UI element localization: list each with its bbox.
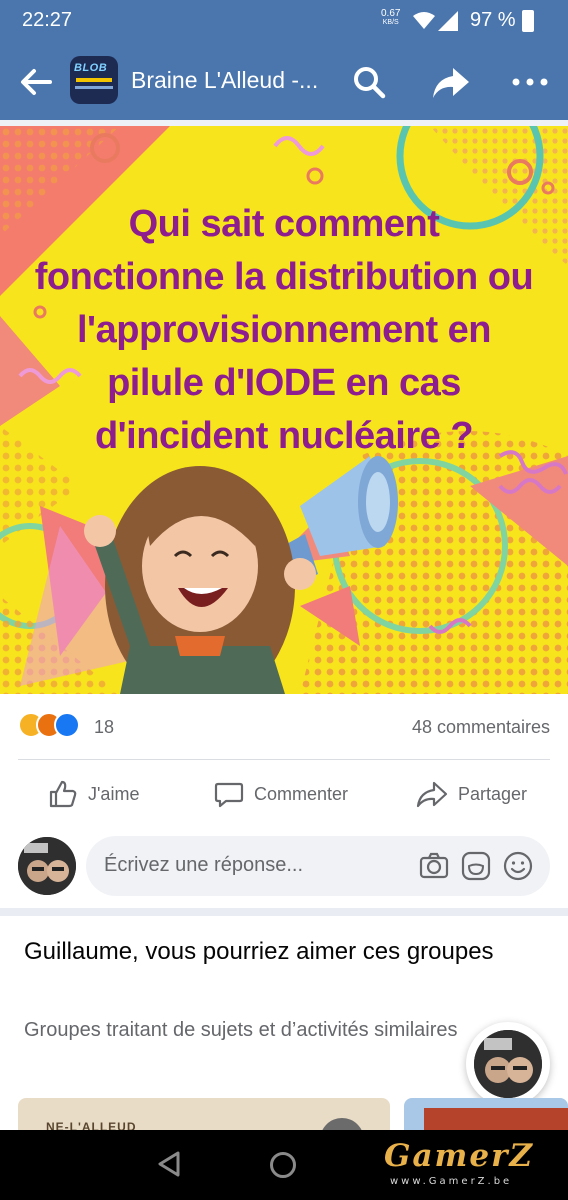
chat-head-avatar-image [474,1030,542,1098]
suggestions-title: Guillaume, vous pourriez aimer ces group… [24,938,494,965]
search-icon[interactable] [349,62,389,102]
comment-count[interactable]: 48 commentaires [412,717,550,738]
group-logo-subline [75,86,113,89]
comment-button-label: Commenter [254,783,349,804]
user-avatar-photo [18,837,76,895]
group-title[interactable]: Braine L'Alleud -... [131,67,318,94]
comment-input[interactable]: Écrivez une réponse... [86,836,550,896]
signal-icon [438,11,458,31]
reaction-count[interactable]: 18 [94,717,114,738]
like-button[interactable]: J'aime [48,774,139,814]
emoji-icon[interactable] [502,850,534,882]
share-arrow-icon[interactable] [429,62,473,102]
battery-percent: 97 % [470,9,516,31]
nav-home-button[interactable] [270,1152,296,1178]
group-logo-bar [76,78,112,82]
like-button-label: J'aime [88,783,140,804]
gif-sticker-icon[interactable] [460,850,492,882]
wifi-icon [413,12,435,29]
actions-divider [18,759,550,760]
app-bar: BLOB Braine L'Alleud -... [0,40,568,120]
user-avatar[interactable] [18,837,76,895]
nav-back-icon[interactable] [156,1150,182,1178]
watermark-brand: GamerZ [384,1138,535,1174]
comment-bubble-icon [214,782,244,808]
suggestions-subtitle: Groupes traitant de sujets et d’activité… [24,1019,458,1041]
watermark-url: www.GamerZ.be [390,1176,513,1187]
floating-chat-head-photo [474,1030,542,1098]
network-rate-value: 0.67 [381,8,401,19]
network-rate: 0.67 KB/S [381,9,400,27]
comment-input-placeholder: Écrivez une réponse... [104,854,303,876]
like-reaction-icon [54,712,80,738]
share-button-label: Partager [458,783,528,804]
post-image-headline: Qui sait comment fonctionne la distribut… [34,203,534,457]
camera-icon[interactable] [418,850,450,882]
network-rate-unit: KB/S [382,19,399,26]
share-arrow-outline-icon [416,781,448,808]
status-time: 22:27 [22,9,73,31]
status-bar: 22:27 0.67 KB/S 97 % [0,0,568,40]
post-image[interactable]: Qui sait comment fonctionne la distribut… [0,126,568,694]
more-options-icon[interactable] [508,62,552,102]
comment-button[interactable]: Commenter [214,774,348,814]
floating-chat-head[interactable] [466,1022,550,1106]
watermark: GamerZ www.GamerZ.be [380,1138,562,1188]
section-divider [0,908,568,916]
share-button[interactable]: Partager [416,774,527,814]
battery-icon [522,10,534,32]
back-arrow-icon[interactable] [16,62,56,102]
group-logo-text: BLOB [74,62,108,74]
group-logo[interactable]: BLOB [70,56,118,104]
thumbs-up-icon [49,780,77,808]
